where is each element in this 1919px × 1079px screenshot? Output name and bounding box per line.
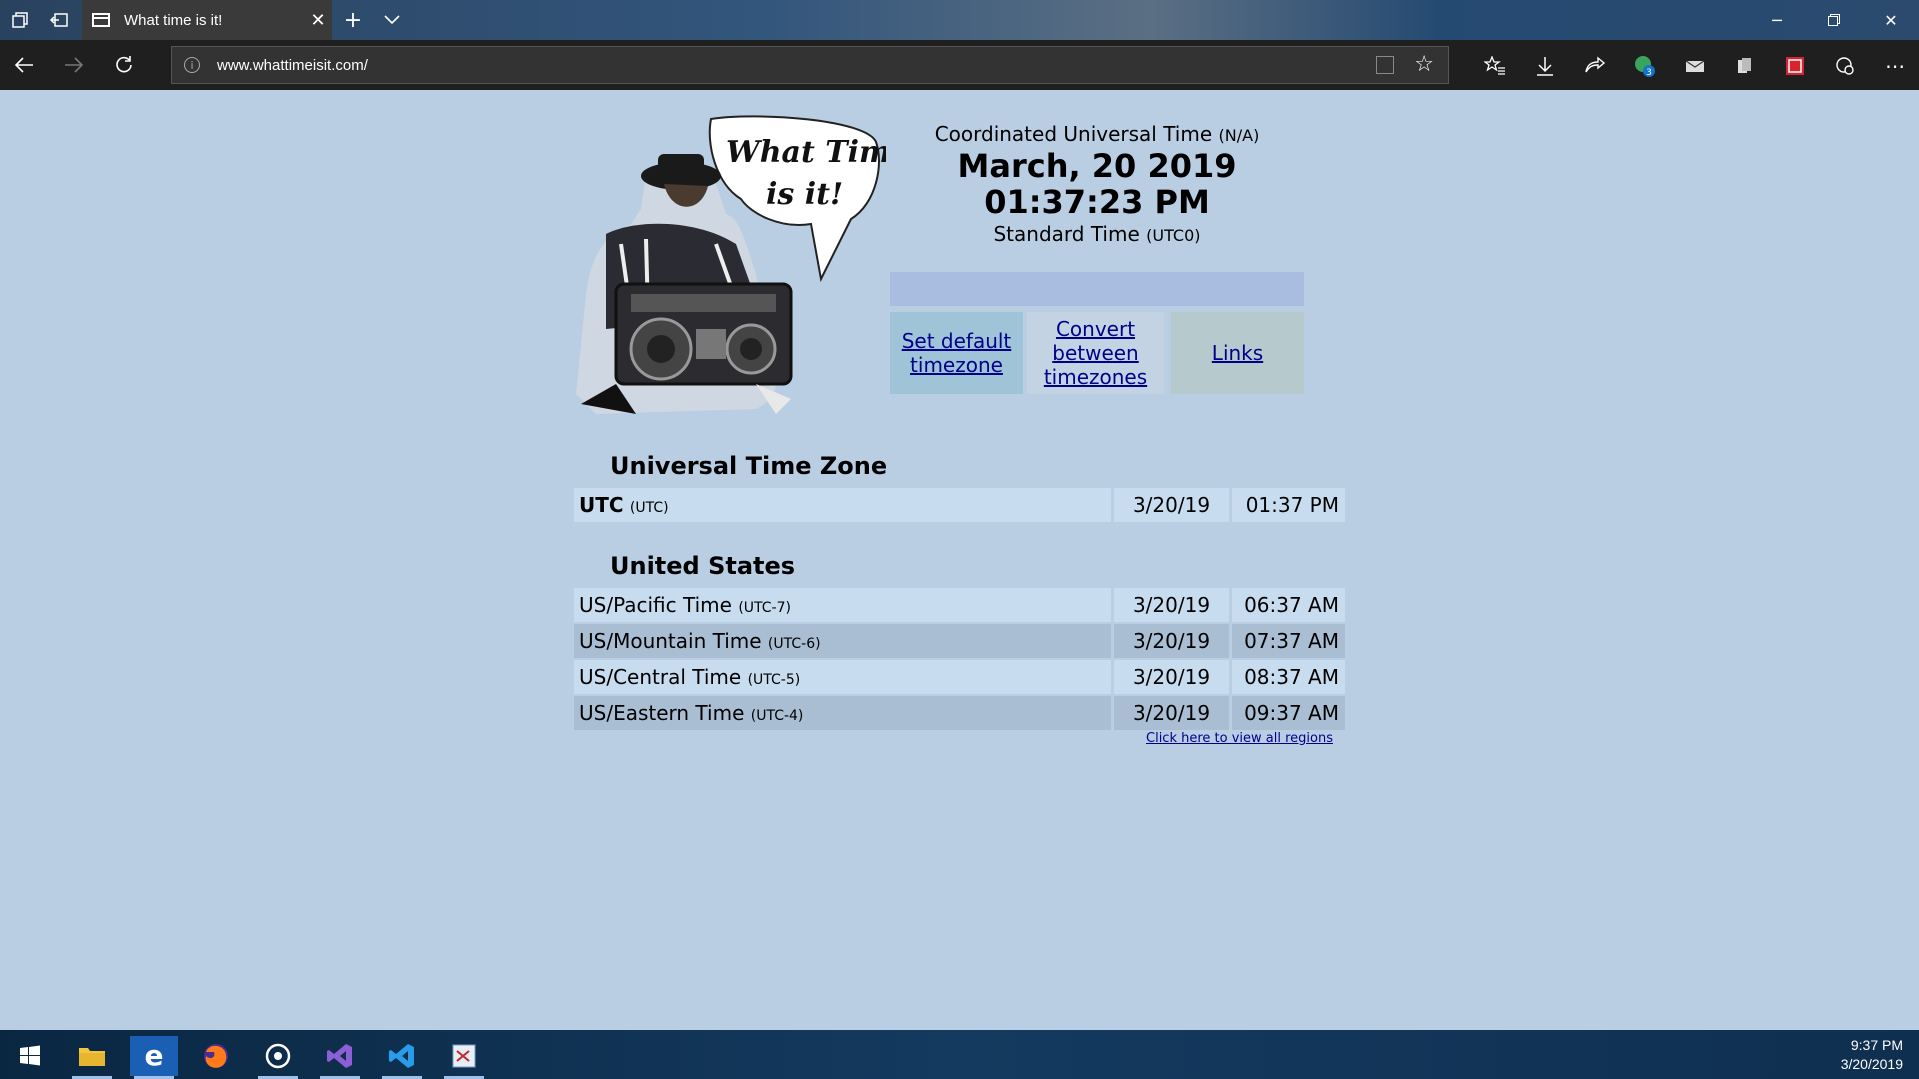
- timezone-label: US/Pacific Time: [579, 593, 732, 617]
- page-content: What Time is it! Coordinated Universal T…: [0, 90, 1919, 1030]
- mail-extension-icon[interactable]: [1682, 53, 1708, 79]
- vscode-icon[interactable]: [378, 1036, 426, 1079]
- edge-icon[interactable]: e: [130, 1036, 178, 1079]
- timezone-offset: (UTC-6): [767, 636, 821, 652]
- restore-icon[interactable]: [1806, 0, 1862, 40]
- current-time-panel: Coordinated Universal Time (N/A) March, …: [890, 122, 1304, 246]
- set-default-timezone-link[interactable]: Set default timezone: [890, 329, 1023, 377]
- tab-manager-icon[interactable]: [8, 8, 32, 32]
- more-options-icon[interactable]: ⋯: [1882, 53, 1908, 79]
- close-window-icon[interactable]: ✕: [1863, 0, 1919, 40]
- reading-view-icon[interactable]: [1376, 56, 1394, 74]
- section-title-united-states: United States: [610, 552, 796, 580]
- timezone-name-cell: UTC (UTC): [574, 488, 1111, 522]
- links-box: Links: [1171, 312, 1304, 394]
- info-icon[interactable]: i: [184, 57, 200, 73]
- new-tab-icon[interactable]: +: [341, 8, 365, 33]
- firefox-icon[interactable]: [192, 1036, 240, 1076]
- favorites-hub-icon[interactable]: [1482, 53, 1508, 79]
- zone-abbr: (N/A): [1218, 126, 1260, 145]
- timezone-label: UTC: [579, 493, 624, 517]
- refresh-icon[interactable]: [108, 49, 140, 81]
- timezone-name-cell: US/Pacific Time (UTC-7): [574, 588, 1111, 622]
- current-time: 01:37:23 PM: [984, 183, 1210, 221]
- view-all-regions-link[interactable]: Click here to view all regions: [1146, 731, 1333, 746]
- timezone-label: US/Central Time: [579, 665, 742, 689]
- date-cell: 3/20/19: [1114, 588, 1229, 622]
- close-tab-icon[interactable]: ✕: [304, 10, 332, 31]
- clock-date: 3/20/2019: [1840, 1056, 1903, 1072]
- chevron-down-icon[interactable]: [380, 8, 404, 32]
- timezone-offset: (UTC): [629, 500, 669, 516]
- timezone-name-cell: US/Eastern Time (UTC-4): [574, 696, 1111, 730]
- set-default-timezone-box: Set default timezone: [890, 312, 1023, 394]
- time-cell: 08:37 AM: [1232, 660, 1345, 694]
- convert-timezones-link[interactable]: Convert between timezones: [1027, 317, 1164, 389]
- timezone-name-cell: US/Central Time (UTC-5): [574, 660, 1111, 694]
- table-row: US/Mountain Time (UTC-6) 3/20/19 07:37 A…: [574, 624, 1345, 658]
- date-cell: 3/20/19: [1114, 488, 1229, 522]
- header-bar: [890, 272, 1304, 306]
- date-cell: 3/20/19: [1114, 660, 1229, 694]
- browser-tab[interactable]: What time is it! ✕: [82, 0, 332, 40]
- time-cell: 01:37 PM: [1232, 488, 1345, 522]
- extension-globe-icon[interactable]: 3: [1632, 53, 1658, 79]
- universal-timezone-table: UTC (UTC) 3/20/19 01:37 PM: [574, 488, 1345, 524]
- clock-time: 9:37 PM: [1850, 1037, 1903, 1053]
- timezone-offset: (UTC-7): [738, 600, 791, 616]
- standard-label: Standard Time: [993, 222, 1140, 246]
- notes-extension-icon[interactable]: [1732, 53, 1758, 79]
- feedback-icon[interactable]: [1832, 53, 1858, 79]
- file-explorer-icon[interactable]: [68, 1036, 116, 1079]
- united-states-table: US/Pacific Time (UTC-7) 3/20/19 06:37 AM…: [574, 588, 1345, 732]
- snipping-tool-icon[interactable]: [440, 1036, 488, 1079]
- set-tabs-aside-icon[interactable]: [47, 8, 71, 32]
- table-row: US/Central Time (UTC-5) 3/20/19 08:37 AM: [574, 660, 1345, 694]
- zone-label: Coordinated Universal Time: [934, 122, 1213, 146]
- svg-text:3: 3: [1646, 68, 1652, 78]
- address-bar[interactable]: i www.whattimeisit.com/ ☆: [171, 46, 1449, 84]
- timezone-name-cell: US/Mountain Time (UTC-6): [574, 624, 1111, 658]
- favorite-star-icon[interactable]: ☆: [1414, 52, 1434, 77]
- forward-icon[interactable]: [58, 49, 90, 81]
- links-link[interactable]: Links: [1212, 341, 1263, 365]
- share-icon[interactable]: [1582, 53, 1608, 79]
- minimize-icon[interactable]: ─: [1749, 0, 1805, 40]
- table-row: UTC (UTC) 3/20/19 01:37 PM: [574, 488, 1345, 522]
- download-icon[interactable]: [1532, 53, 1558, 79]
- timezone-offset: (UTC-5): [747, 672, 801, 688]
- timezone-label: US/Eastern Time: [579, 701, 745, 725]
- section-title-universal: Universal Time Zone: [610, 452, 888, 480]
- taskbar: e 9:37 PM 3/20/2019: [0, 1030, 1919, 1079]
- timezone-label: US/Mountain Time: [579, 629, 762, 653]
- convert-timezones-box: Convert between timezones: [1027, 312, 1164, 394]
- current-date: March, 20 2019: [957, 147, 1237, 185]
- page-icon: [92, 13, 110, 27]
- timezone-name: Coordinated Universal Time (N/A): [890, 122, 1304, 146]
- svg-text:is it!: is it!: [766, 177, 843, 212]
- time-cell: 09:37 AM: [1232, 696, 1345, 730]
- pdf-extension-icon[interactable]: [1782, 53, 1808, 79]
- system-clock[interactable]: 9:37 PM 3/20/2019: [1841, 1036, 1903, 1074]
- groove-music-icon[interactable]: [254, 1036, 302, 1079]
- table-row: US/Pacific Time (UTC-7) 3/20/19 06:37 AM: [574, 588, 1345, 622]
- standard-offset: (UTC0): [1146, 226, 1201, 245]
- svg-text:e: e: [145, 1042, 164, 1070]
- visual-studio-icon[interactable]: [316, 1036, 364, 1079]
- date-cell: 3/20/19: [1114, 624, 1229, 658]
- time-cell: 07:37 AM: [1232, 624, 1345, 658]
- start-icon[interactable]: [6, 1036, 54, 1076]
- table-row: US/Eastern Time (UTC-4) 3/20/19 09:37 AM: [574, 696, 1345, 730]
- svg-text:What Time: What Time: [726, 135, 886, 170]
- date-cell: 3/20/19: [1114, 696, 1229, 730]
- browser-titlebar: What time is it! ✕ + ─ ✕: [0, 0, 1919, 40]
- timezone-offset: (UTC-4): [750, 708, 804, 724]
- back-icon[interactable]: [8, 49, 40, 81]
- time-cell: 06:37 AM: [1232, 588, 1345, 622]
- tab-title: What time is it!: [124, 11, 223, 29]
- standard-time-label: Standard Time (UTC0): [890, 222, 1304, 246]
- site-logo: What Time is it!: [576, 114, 910, 414]
- browser-navbar: i www.whattimeisit.com/ ☆ 3 ⋯: [0, 40, 1919, 90]
- url-text: www.whattimeisit.com/: [217, 57, 368, 74]
